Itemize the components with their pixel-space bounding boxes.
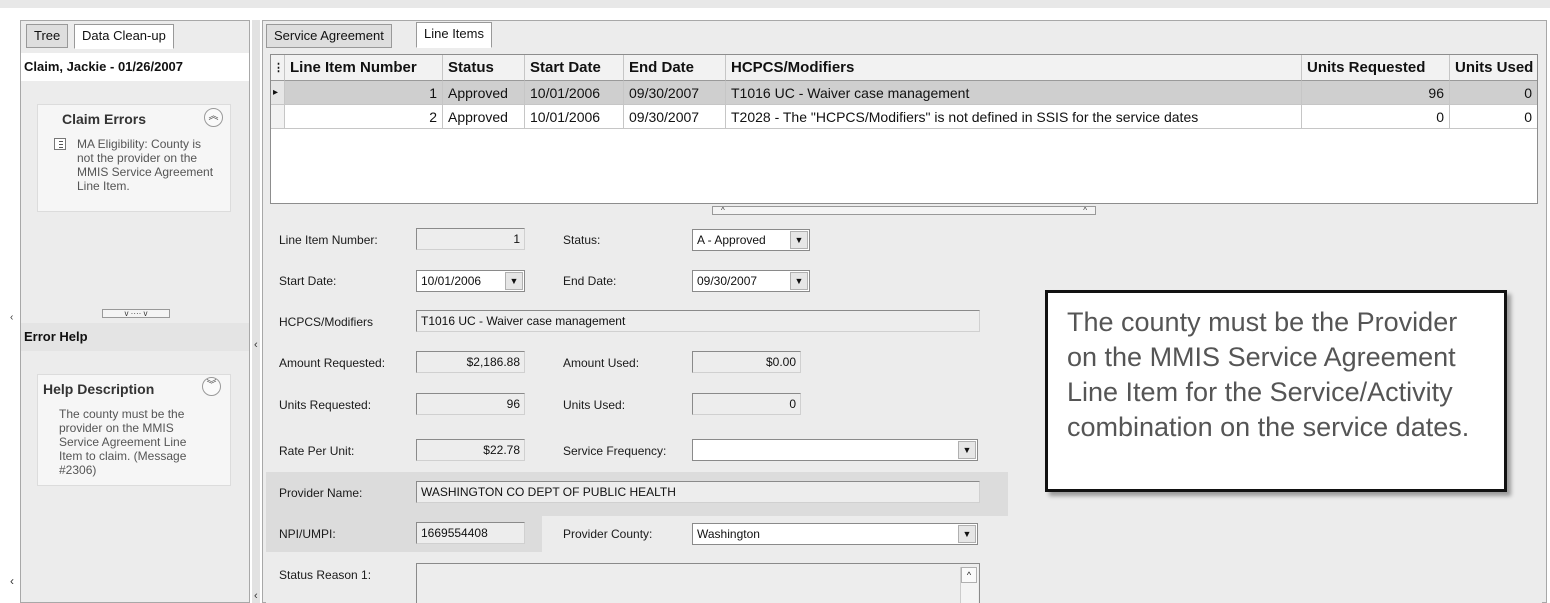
start-date-value: 10/01/2006 [421,274,482,288]
rate-per-unit-field[interactable]: $22.78 [416,439,525,461]
splitter-arrow-icon[interactable]: ‹ [254,339,258,351]
provider-name-label: Provider Name: [279,486,363,500]
end-date-value: 09/30/2007 [697,274,758,288]
provider-county-dropdown[interactable]: Washington ▼ [692,523,978,545]
units-requested-field[interactable]: 96 [416,393,525,415]
status-reason-1-textarea[interactable]: ^ [416,563,980,603]
npi-field[interactable]: 1669554408 [416,522,525,544]
help-description-title: Help Description [43,381,155,397]
cell-hcpcs-modifiers[interactable]: T2028 - The "HCPCS/Modifiers" is not def… [726,105,1302,129]
triangle-down-icon[interactable]: ▼ [790,272,808,290]
cell-units-requested[interactable]: 96 [1302,81,1450,105]
units-requested-label: Units Requested: [279,398,372,412]
end-date-picker[interactable]: 09/30/2007 ▼ [692,270,810,292]
col-start-date[interactable]: Start Date [525,55,624,81]
rate-per-unit-label: Rate Per Unit: [279,444,355,458]
grid-row-header-icon: ⋮ [271,55,285,81]
col-units-used[interactable]: Units Used [1450,55,1537,81]
npi-label: NPI/UMPI: [279,527,336,541]
cell-line-item-number[interactable]: 2 [285,105,443,129]
grid-splitter-handle[interactable]: ^ ^ [712,206,1096,215]
row-selector-icon[interactable]: ▸ [271,81,285,105]
help-description-text: The county must be the provider on the M… [59,407,187,477]
service-frequency-dropdown[interactable]: ▼ [692,439,978,461]
hcpcs-label: HCPCS/Modifiers [279,315,374,329]
callout-text: The county must be the Provider on the M… [1067,307,1470,442]
col-line-item-number[interactable]: Line Item Number [285,55,443,81]
double-chevron-down-icon: ︾ [206,380,217,391]
cell-start-date[interactable]: 10/01/2006 [525,81,624,105]
line-items-grid: ⋮ Line Item Number Status Start Date End… [270,54,1538,204]
tab-service-agreement[interactable]: Service Agreement [266,24,392,48]
window-top-band [0,0,1550,8]
start-date-picker[interactable]: 10/01/2006 ▼ [416,270,525,292]
col-end-date[interactable]: End Date [624,55,726,81]
expand-help-description-button[interactable]: ︾ [202,377,221,396]
status-reason-1-label: Status Reason 1: [279,568,372,582]
line-item-number-field[interactable]: 1 [416,228,525,250]
panel-splitter[interactable] [252,20,260,603]
triangle-down-icon[interactable]: ▼ [958,525,976,543]
cell-units-requested[interactable]: 0 [1302,105,1450,129]
textarea-scrollbar[interactable]: ^ [960,567,978,603]
tab-line-items[interactable]: Line Items [416,22,492,48]
collapse-claim-errors-button[interactable]: ︽ [204,108,223,127]
left-splitter-handle[interactable]: v ···· v [102,309,170,318]
claim-header: Claim, Jackie - 01/26/2007 [21,53,249,81]
triangle-down-icon[interactable]: ▼ [958,441,976,459]
cell-line-item-number[interactable]: 1 [285,81,443,105]
tab-data-clean-up[interactable]: Data Clean-up [74,24,174,49]
chevron-up-icon: ^ [721,206,725,215]
col-hcpcs-modifiers[interactable]: HCPCS/Modifiers [726,55,1302,81]
status-dropdown[interactable]: A - Approved ▼ [692,229,810,251]
chevron-up-icon[interactable]: ^ [961,567,977,583]
cell-hcpcs-modifiers[interactable]: T1016 UC - Waiver case management [726,81,1302,105]
end-date-label: End Date: [563,274,617,288]
cell-end-date[interactable]: 09/30/2007 [624,81,726,105]
units-used-field[interactable]: 0 [692,393,801,415]
splitter-bottom-arrow-icon[interactable]: ‹ [254,590,258,602]
amount-used-label: Amount Used: [563,356,640,370]
double-chevron-up-icon: ︽ [208,111,219,122]
triangle-down-icon[interactable]: ▼ [790,231,808,249]
provider-county-value: Washington [697,527,760,541]
left-scroll-arrow-icon[interactable]: ‹ [10,574,14,588]
provider-county-label: Provider County: [563,527,653,541]
chevron-down-icon: v ···· v [124,309,148,318]
row-selector[interactable] [271,105,285,129]
status-value: A - Approved [697,233,766,247]
status-label: Status: [563,233,601,247]
provider-name-field[interactable]: WASHINGTON CO DEPT OF PUBLIC HEALTH [416,481,980,503]
hcpcs-field[interactable]: T1016 UC - Waiver case management [416,310,980,332]
tab-tree[interactable]: Tree [26,24,69,48]
cell-end-date[interactable]: 09/30/2007 [624,105,726,129]
cell-status[interactable]: Approved [443,81,525,105]
error-help-header: Error Help [21,323,249,351]
cell-start-date[interactable]: 10/01/2006 [525,105,624,129]
claim-errors-title: Claim Errors [62,111,147,127]
service-frequency-label: Service Frequency: [563,444,667,458]
error-list-icon [54,138,66,150]
left-arrow-icon[interactable]: ‹ [10,312,13,323]
cell-units-used[interactable]: 0 [1450,105,1537,129]
claim-error-item[interactable]: MA Eligibility: County is not the provid… [77,137,215,193]
amount-used-field[interactable]: $0.00 [692,351,801,373]
line-item-number-label: Line Item Number: [279,233,378,247]
start-date-label: Start Date: [279,274,337,288]
triangle-down-icon[interactable]: ▼ [505,272,523,290]
cell-status[interactable]: Approved [443,105,525,129]
col-units-requested[interactable]: Units Requested [1302,55,1450,81]
annotation-callout: The county must be the Provider on the M… [1045,290,1507,492]
amount-requested-label: Amount Requested: [279,356,386,370]
units-used-label: Units Used: [563,398,626,412]
amount-requested-field[interactable]: $2,186.88 [416,351,525,373]
col-status[interactable]: Status [443,55,525,81]
chevron-up-icon: ^ [1083,206,1087,215]
cell-units-used[interactable]: 0 [1450,81,1537,105]
